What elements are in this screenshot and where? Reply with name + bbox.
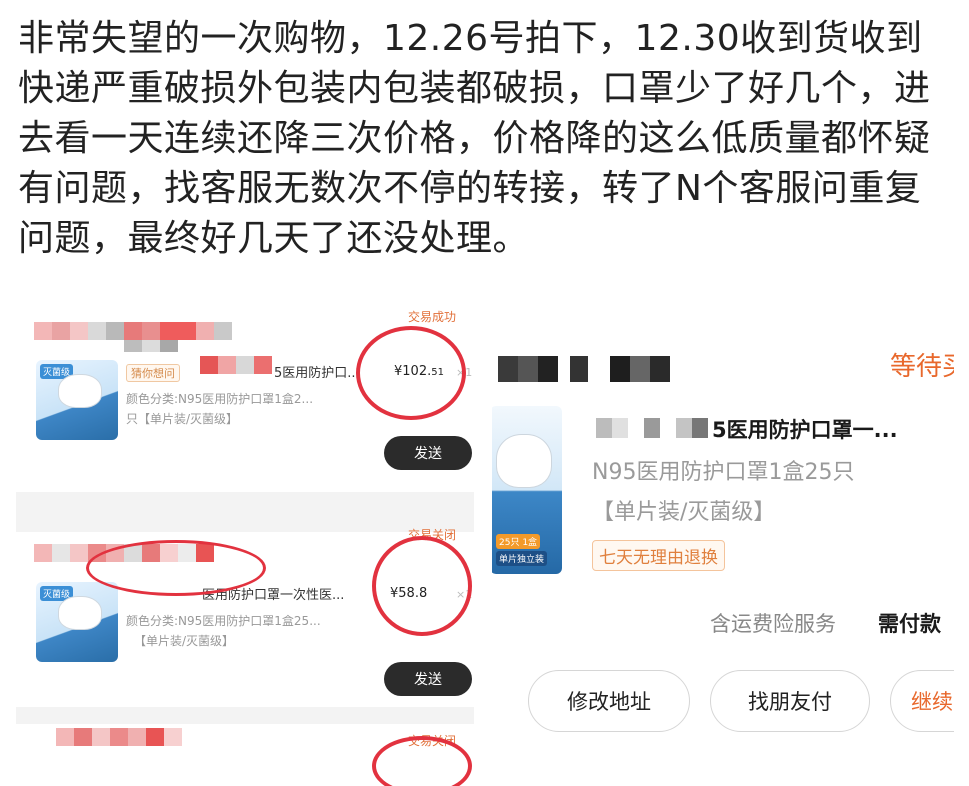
highlight-circle [372, 536, 472, 636]
product-title[interactable]: 5医用防护口罩一... [712, 414, 898, 444]
redacted-store-name [56, 728, 182, 746]
redacted-title-prefix [200, 356, 272, 374]
order-status: 交易成功 [407, 310, 456, 324]
redacted-store-name [498, 356, 670, 382]
product-spec-cont: 只【单片装/灭菌级】 [126, 412, 239, 426]
mask-image [496, 434, 552, 488]
order-status: 等待买 [889, 352, 954, 382]
amount-due-label: 需付款 [878, 612, 941, 636]
redacted-title-prefix [596, 418, 708, 438]
order-detail-screenshot: 等待买 25只 1盒 单片独立装 5医用防护口罩一... N95医用防护口罩1盒… [492, 318, 954, 766]
modify-address-button[interactable]: 修改地址 [528, 670, 690, 732]
continue-pay-button[interactable]: 继续 [890, 670, 954, 732]
product-spec: 颜色分类:N95医用防护口罩1盒25... [126, 614, 321, 628]
highlight-circle [356, 326, 466, 420]
product-spec-cont: 【单片装/灭菌级】 [592, 500, 776, 525]
redacted-store-name [34, 322, 232, 340]
faq-badge[interactable]: 猜你想问 [126, 364, 180, 382]
mask-image [58, 596, 102, 630]
redacted-order-no [124, 340, 178, 352]
order-list-screenshot: 交易成功 灭菌级 猜你想问 5医用防护口... 颜色分类:N95医用防护口罩1盒… [16, 306, 474, 786]
send-button[interactable]: 发送 [384, 436, 472, 470]
highlight-circle [86, 540, 266, 596]
product-title: 5医用防护口... [274, 366, 360, 381]
product-spec: N95医用防护口罩1盒25只 [592, 460, 855, 485]
return-policy-badge: 七天无理由退换 [592, 540, 725, 571]
send-button[interactable]: 发送 [384, 662, 472, 696]
shipping-insurance-label: 含运费险服务 [710, 612, 836, 636]
mask-image [58, 374, 102, 408]
product-thumbnail[interactable]: 灭菌级 [36, 360, 118, 440]
thumbnail-label: 单片独立装 [496, 551, 548, 566]
product-thumbnail[interactable]: 25只 1盒 单片独立装 [492, 406, 562, 574]
order-card: 交易成功 灭菌级 猜你想问 5医用防护口... 颜色分类:N95医用防护口罩1盒… [16, 306, 474, 492]
order-card: 交易关闭 灭菌级 医用防护口罩一次性医... 颜色分类:N95医用防护口罩1盒2… [16, 528, 474, 707]
thumbnail-label: 25只 1盒 [496, 534, 541, 549]
product-spec-cont: 【单片装/灭菌级】 [134, 634, 235, 648]
product-thumbnail[interactable]: 灭菌级 [36, 582, 118, 662]
product-spec: 颜色分类:N95医用防护口罩1盒2... [126, 392, 314, 406]
ask-friend-pay-button[interactable]: 找朋友付 [710, 670, 870, 732]
post-text: 非常失望的一次购物，12.26号拍下，12.30收到货收到快递严重破损外包装内包… [18, 18, 931, 259]
highlight-circle [372, 736, 472, 786]
order-card: 交易关闭 [16, 724, 474, 786]
